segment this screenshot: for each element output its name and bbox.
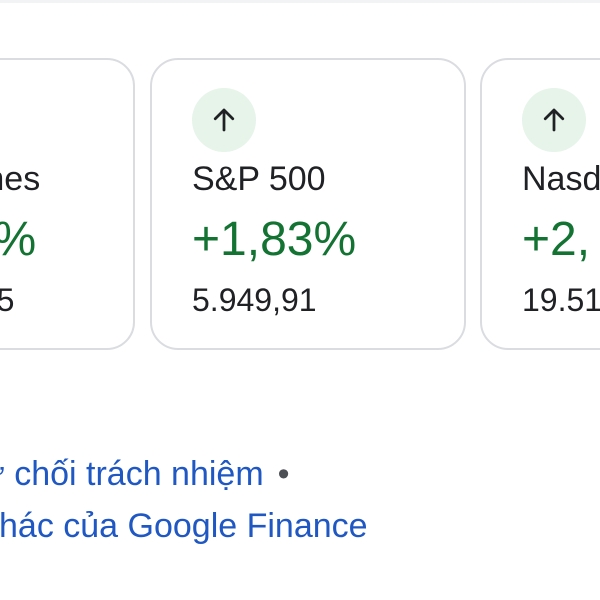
index-value: 19.51 xyxy=(522,282,600,318)
index-card-sp500[interactable]: S&P 500 +1,83% 5.949,91 xyxy=(150,58,466,350)
arrow-up-icon xyxy=(543,108,565,132)
footer-disclaimer-row: ừ chối trách nhiệm • xyxy=(0,455,290,494)
separator-bullet: • xyxy=(277,455,290,493)
index-value: 5.949,91 xyxy=(192,282,317,318)
index-change: +2, xyxy=(522,213,591,266)
index-name: Dow Jones xyxy=(0,160,41,198)
trend-badge xyxy=(522,88,586,152)
index-value: 43.297,05 xyxy=(0,282,14,319)
index-card-dow-jones[interactable]: Dow Jones +1,73% 43.297,05 xyxy=(0,58,135,350)
trend-badge xyxy=(192,88,256,152)
disclaimer-link[interactable]: ừ chối trách nhiệm xyxy=(0,455,264,493)
index-card-nasdaq[interactable]: Nasdaq +2, 19.51 xyxy=(480,58,600,350)
arrow-up-icon xyxy=(213,108,235,132)
footer-more-row: khác của Google Finance xyxy=(0,507,368,546)
index-name: Nasdaq xyxy=(522,160,600,198)
finance-viewport: Dow Jones +1,73% 43.297,05 S&P 500 +1,83… xyxy=(0,0,600,600)
index-change: +1,83% xyxy=(192,213,357,266)
index-change: +1,73% xyxy=(0,212,36,267)
index-name: S&P 500 xyxy=(192,160,326,198)
more-google-finance-link[interactable]: khác của Google Finance xyxy=(0,507,368,545)
top-divider xyxy=(0,0,600,3)
